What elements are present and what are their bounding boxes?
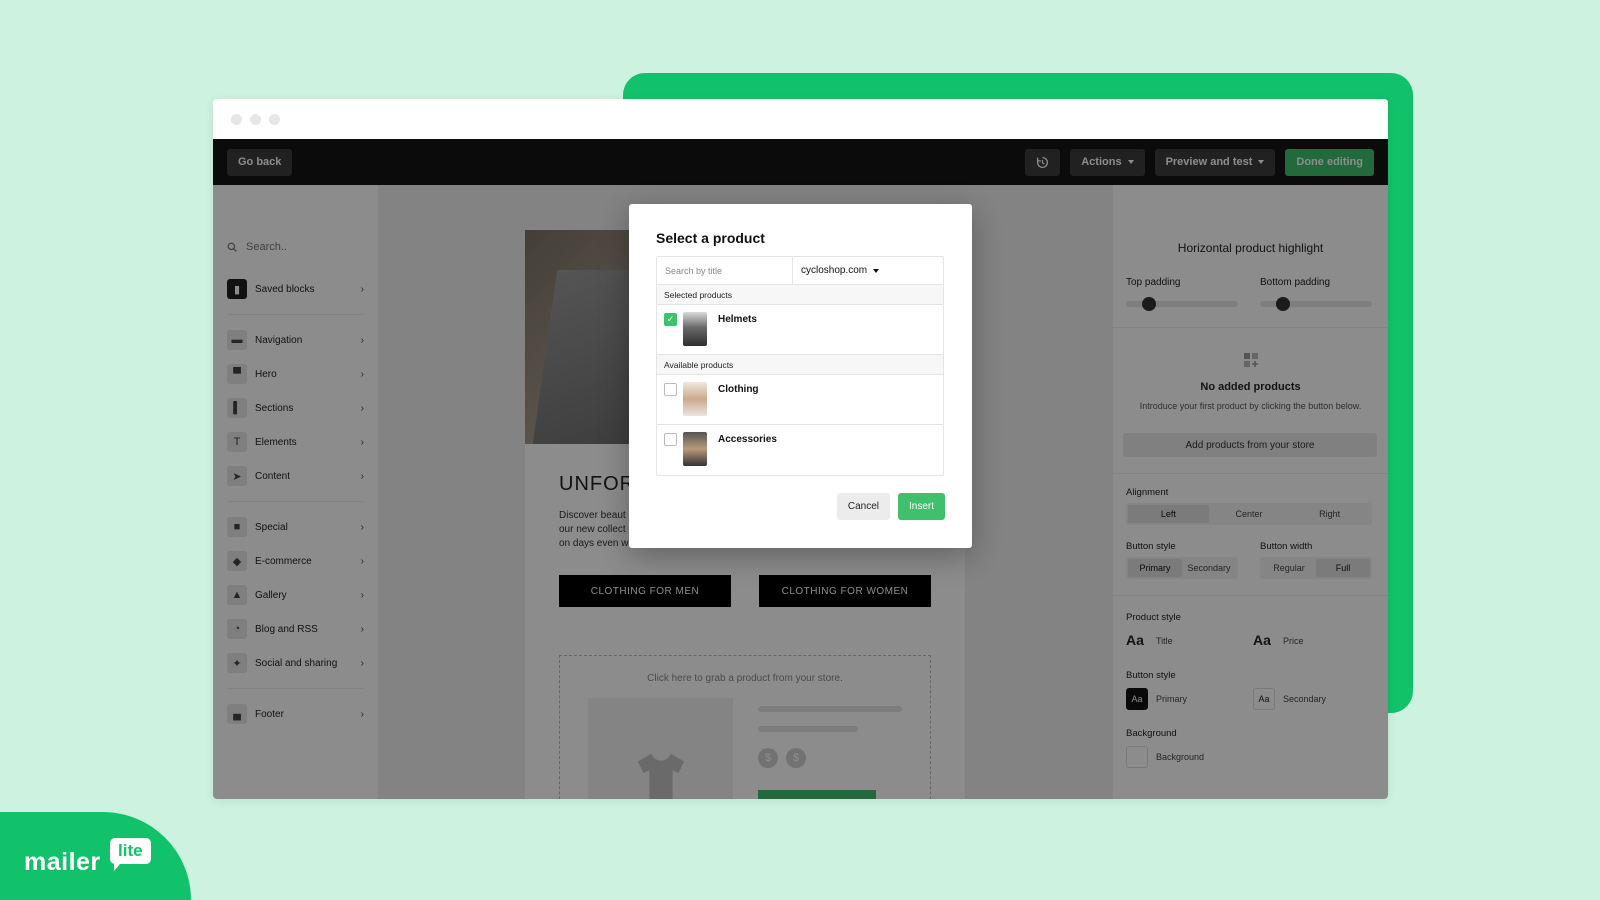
caret-down-icon [873,268,880,273]
select-product-modal: Select a product cycloshop.com Selected … [629,204,972,548]
helmets-checkbox[interactable]: ✓ [664,313,677,326]
mailerlite-logo: mailer lite [0,812,191,900]
browser-window: Go back Actions Preview and test Done ed… [213,99,1388,799]
product-search-bar: cycloshop.com [657,257,943,285]
editor-app: Go back Actions Preview and test Done ed… [213,139,1388,799]
window-minimize-dot[interactable] [250,113,261,125]
logo-wordmark: mailer [24,848,101,876]
cancel-button[interactable]: Cancel [836,493,890,520]
selected-products-header: Selected products [657,285,943,305]
insert-button[interactable]: Insert [897,493,945,520]
product-search-input[interactable] [657,257,793,284]
product-row-clothing[interactable]: Clothing [657,375,943,425]
product-row-accessories[interactable]: Accessories [657,425,943,475]
clothing-checkbox[interactable] [664,383,677,396]
window-maximize-dot[interactable] [269,113,280,125]
product-name: Clothing [718,384,759,395]
product-row-helmets[interactable]: ✓ Helmets [657,305,943,355]
product-picker: cycloshop.com Selected products ✓ Helmet… [656,256,944,476]
modal-actions: Cancel Insert [836,493,945,520]
product-name: Helmets [718,314,757,325]
logo-bubble: lite [110,838,151,871]
available-products-header: Available products [657,355,943,375]
accessories-thumbnail [683,432,707,466]
store-domain-dropdown[interactable]: cycloshop.com [793,257,880,284]
helmets-thumbnail [683,312,707,346]
window-titlebar [213,99,1388,139]
modal-title: Select a product [656,230,765,246]
clothing-thumbnail [683,382,707,416]
product-name: Accessories [718,434,777,445]
accessories-checkbox[interactable] [664,433,677,446]
checkmark-icon: ✓ [666,314,675,324]
window-close-dot[interactable] [231,113,242,125]
